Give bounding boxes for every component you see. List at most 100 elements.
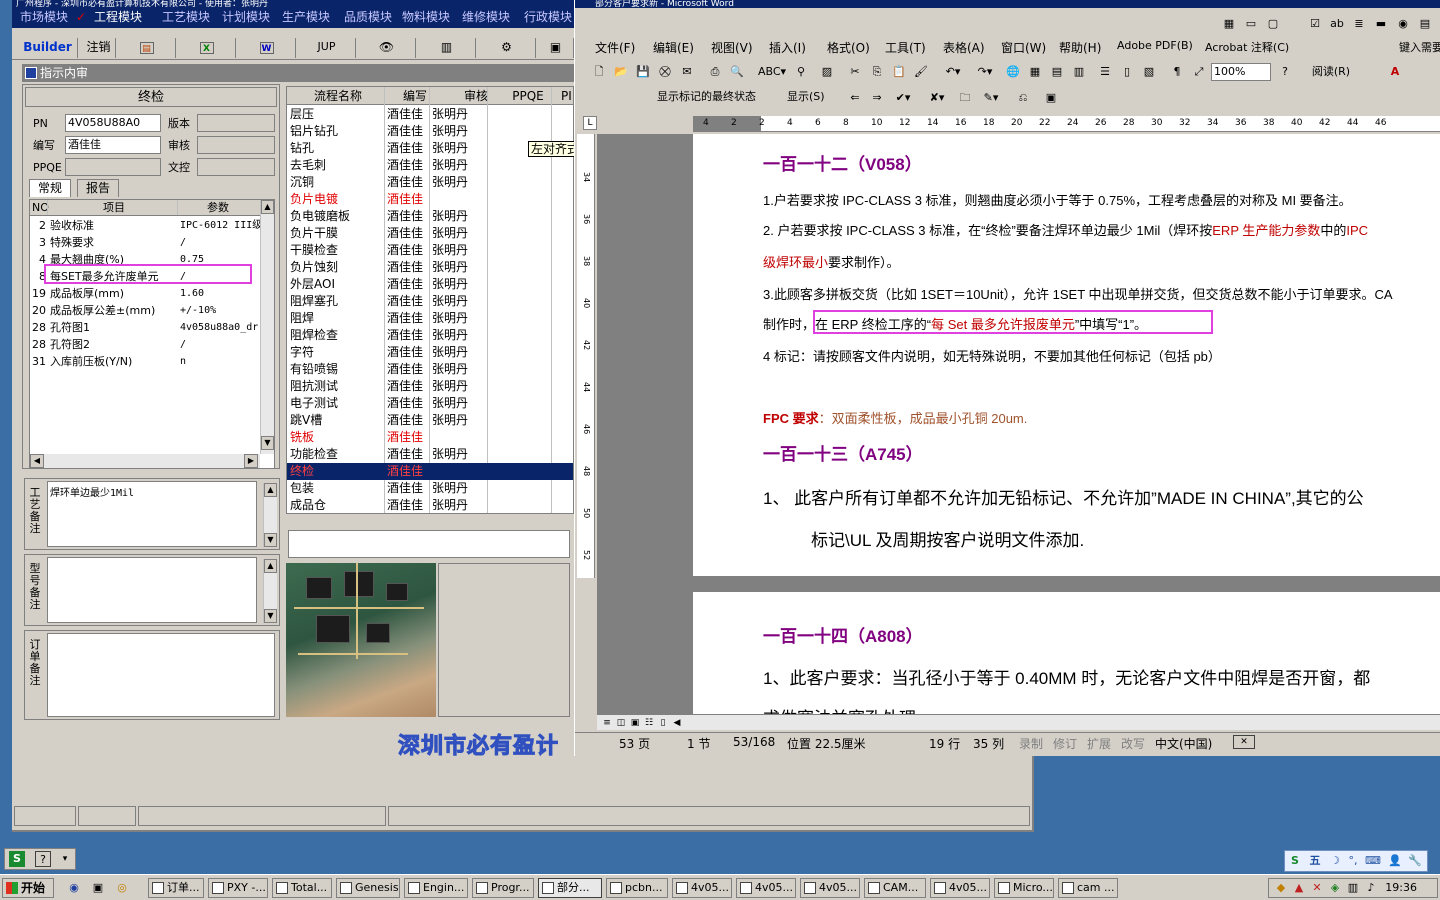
taskbar-button[interactable]: 4v05... [736,878,796,898]
editor-field[interactable]: 酒佳佳 [65,136,161,154]
new-doc-icon[interactable]: 🗋 [591,64,607,80]
reviewer-field[interactable] [197,136,275,154]
taskbar-button[interactable]: 部分... [538,878,602,898]
button-icon[interactable]: ▬ [1373,16,1389,32]
module-tab-market[interactable]: 市场模块 [20,8,68,28]
pilcrow-icon[interactable]: ⤢ [1191,64,1207,80]
box-icon[interactable]: ▢ [1265,16,1281,32]
taskbar-button[interactable]: 4v05... [672,878,732,898]
ime-user-icon[interactable]: 👤 [1387,853,1403,869]
radio-icon[interactable]: ◉ [1395,16,1411,32]
flow-row[interactable]: 铣板 酒佳佳 [287,429,573,446]
taskbar-button[interactable]: pcbn... [606,878,668,898]
pn-field[interactable]: 4V058U88A0 [65,114,161,132]
format-painter-icon[interactable]: 🖌 [913,64,929,80]
help-search-box[interactable]: 键入需要 [1399,39,1440,55]
paste-icon[interactable]: 📋 [891,64,907,80]
flow-row[interactable]: 阻抗测试 酒佳佳 张明丹 [287,378,573,395]
menu-insert[interactable]: 插入(I) [769,39,806,56]
permission-icon[interactable]: ⛒ [657,64,673,80]
font-color-icon[interactable]: A [1387,64,1403,80]
taskbar-button[interactable]: Micro... [994,878,1054,898]
email-icon[interactable]: ✉ [679,64,695,80]
flow-row[interactable]: 功能检查 酒佳佳 张明丹 [287,446,573,463]
docctl-field[interactable] [197,158,275,176]
flow-row[interactable]: 沉铜 酒佳佳 张明丹 [287,174,573,191]
drawing-icon[interactable]: ▯ [1119,64,1135,80]
checkbox-icon[interactable]: ☑ [1307,16,1323,32]
doc-map-icon[interactable]: ▧ [1141,64,1157,80]
database-icon[interactable]: ▥ [418,38,476,58]
jump-button[interactable]: JUP [298,38,356,58]
flow-row[interactable]: 铝片钻孔 酒佳佳 张明丹 [287,123,573,140]
menu-table[interactable]: 表格(A) [943,39,985,56]
columns-icon[interactable]: ☰ [1097,64,1113,80]
menu-view[interactable]: 视图(V) [711,39,753,56]
flow-row[interactable]: 去毛刺 酒佳佳 张明丹 [287,157,573,174]
highlight-icon[interactable]: ✎▾ [979,90,1003,106]
flow-row[interactable]: 电子测试 酒佳佳 张明丹 [287,395,573,412]
extra-icon[interactable]: ▣ [538,38,574,58]
frame-icon[interactable]: ▭ [1243,16,1259,32]
flow-row[interactable]: 包装 酒佳佳 张明丹 [287,480,573,497]
param-value[interactable]: +/-10% [180,302,262,319]
menu-edit[interactable]: 编辑(E) [653,39,694,56]
menu-acrobat[interactable]: Acrobat 注释(C) [1205,39,1289,55]
tab-general[interactable]: 常规 [29,179,72,197]
param-row[interactable]: 28 孔符图1 4v058u88a0_dr [30,319,274,336]
clock[interactable]: 19:36 [1385,881,1417,894]
flow-row[interactable]: 层压 酒佳佳 张明丹 [287,106,573,123]
scroll-up-icon[interactable]: ▲ [261,200,274,214]
module-tab-maintenance[interactable]: 维修模块 [462,8,510,28]
tray-icon-6[interactable]: ♪ [1363,880,1379,896]
read-mode-button[interactable]: 阅读(R) [1301,64,1361,80]
flow-row[interactable]: 负电镀磨板 酒佳佳 张明丹 [287,208,573,225]
flow-row[interactable]: 干膜检查 酒佳佳 张明丹 [287,242,573,259]
order-remark-text[interactable] [47,633,275,717]
param-value[interactable]: IPC-6012 III级 [180,217,262,234]
horizontal-ruler[interactable]: 4 2 2 4 6 8 10 12 14 16 18 20 22 24 26 28 30 32 34 36 38 40 42… [693,116,1440,132]
ime-keyboard-icon[interactable]: ⌨ [1365,853,1381,869]
param-value[interactable]: / [180,234,262,251]
menu-window[interactable]: 窗口(W) [1001,39,1046,56]
flow-row[interactable]: 外层AOI 酒佳佳 张明丹 [287,276,573,293]
scroll-left-icon[interactable]: ◀ [669,715,685,731]
param-grid-vscroll[interactable]: ▲ ▼ [260,200,274,454]
save-icon[interactable]: 💾 [635,64,651,80]
listbox-icon[interactable]: ≣ [1351,16,1367,32]
ime-options-icon[interactable]: ▾ [57,851,73,867]
cut-icon[interactable]: ✂ [847,64,863,80]
model-remark-scroll[interactable]: ▲ ▼ [263,559,277,623]
tray-icon-3[interactable]: ✕ [1309,880,1325,896]
module-tab-quality[interactable]: 品质模块 [344,8,392,28]
scroll-left-icon[interactable]: ◀ [30,454,44,468]
param-value[interactable]: n [180,353,262,370]
flow-row[interactable]: 负片干膜 酒佳佳 张明丹 [287,225,573,242]
param-row[interactable]: 19 成品板厚(mm) 1.60 [30,285,274,302]
model-remark-text[interactable] [47,557,257,623]
param-grid-hscroll[interactable]: ◀ ▶ [30,454,260,468]
flow-row[interactable]: 阻焊塞孔 酒佳佳 张明丹 [287,293,573,310]
view-icon[interactable]: 👁 [358,38,416,58]
vertical-ruler[interactable]: 34 36 38 40 42 44 46 48 50 52 [577,134,595,578]
quicklaunch-media-icon[interactable]: ◎ [114,880,130,896]
scroll-right-icon[interactable]: ▶ [244,454,258,468]
version-field[interactable] [197,114,275,132]
module-tab-engineering[interactable]: 工程模块 [94,8,142,28]
ime-settings-icon[interactable]: 🔧 [1407,853,1423,869]
undo-icon[interactable]: ↶▾ [941,64,965,80]
insert-excel-icon[interactable]: ▥ [1071,64,1087,80]
menu-help[interactable]: 帮助(H) [1059,39,1101,56]
module-tab-plan[interactable]: 计划模块 [222,8,270,28]
zoom-combo[interactable]: 100% [1211,63,1271,81]
param-value[interactable]: / [180,336,262,353]
flow-row[interactable]: 有铅喷锡 酒佳佳 张明丹 [287,361,573,378]
word-icon[interactable]: W [238,38,296,58]
menu-adobe-pdf[interactable]: Adobe PDF(B) [1117,39,1193,52]
tab-selector-button[interactable]: L [583,116,597,130]
flow-row[interactable]: 阻焊检查 酒佳佳 张明丹 [287,327,573,344]
taskbar-button[interactable]: Total... [272,878,332,898]
builder-button[interactable]: Builder [18,38,78,58]
track-changes-icon[interactable]: ⎌ [1015,90,1031,106]
taskbar-button[interactable]: cam ... [1058,878,1118,898]
